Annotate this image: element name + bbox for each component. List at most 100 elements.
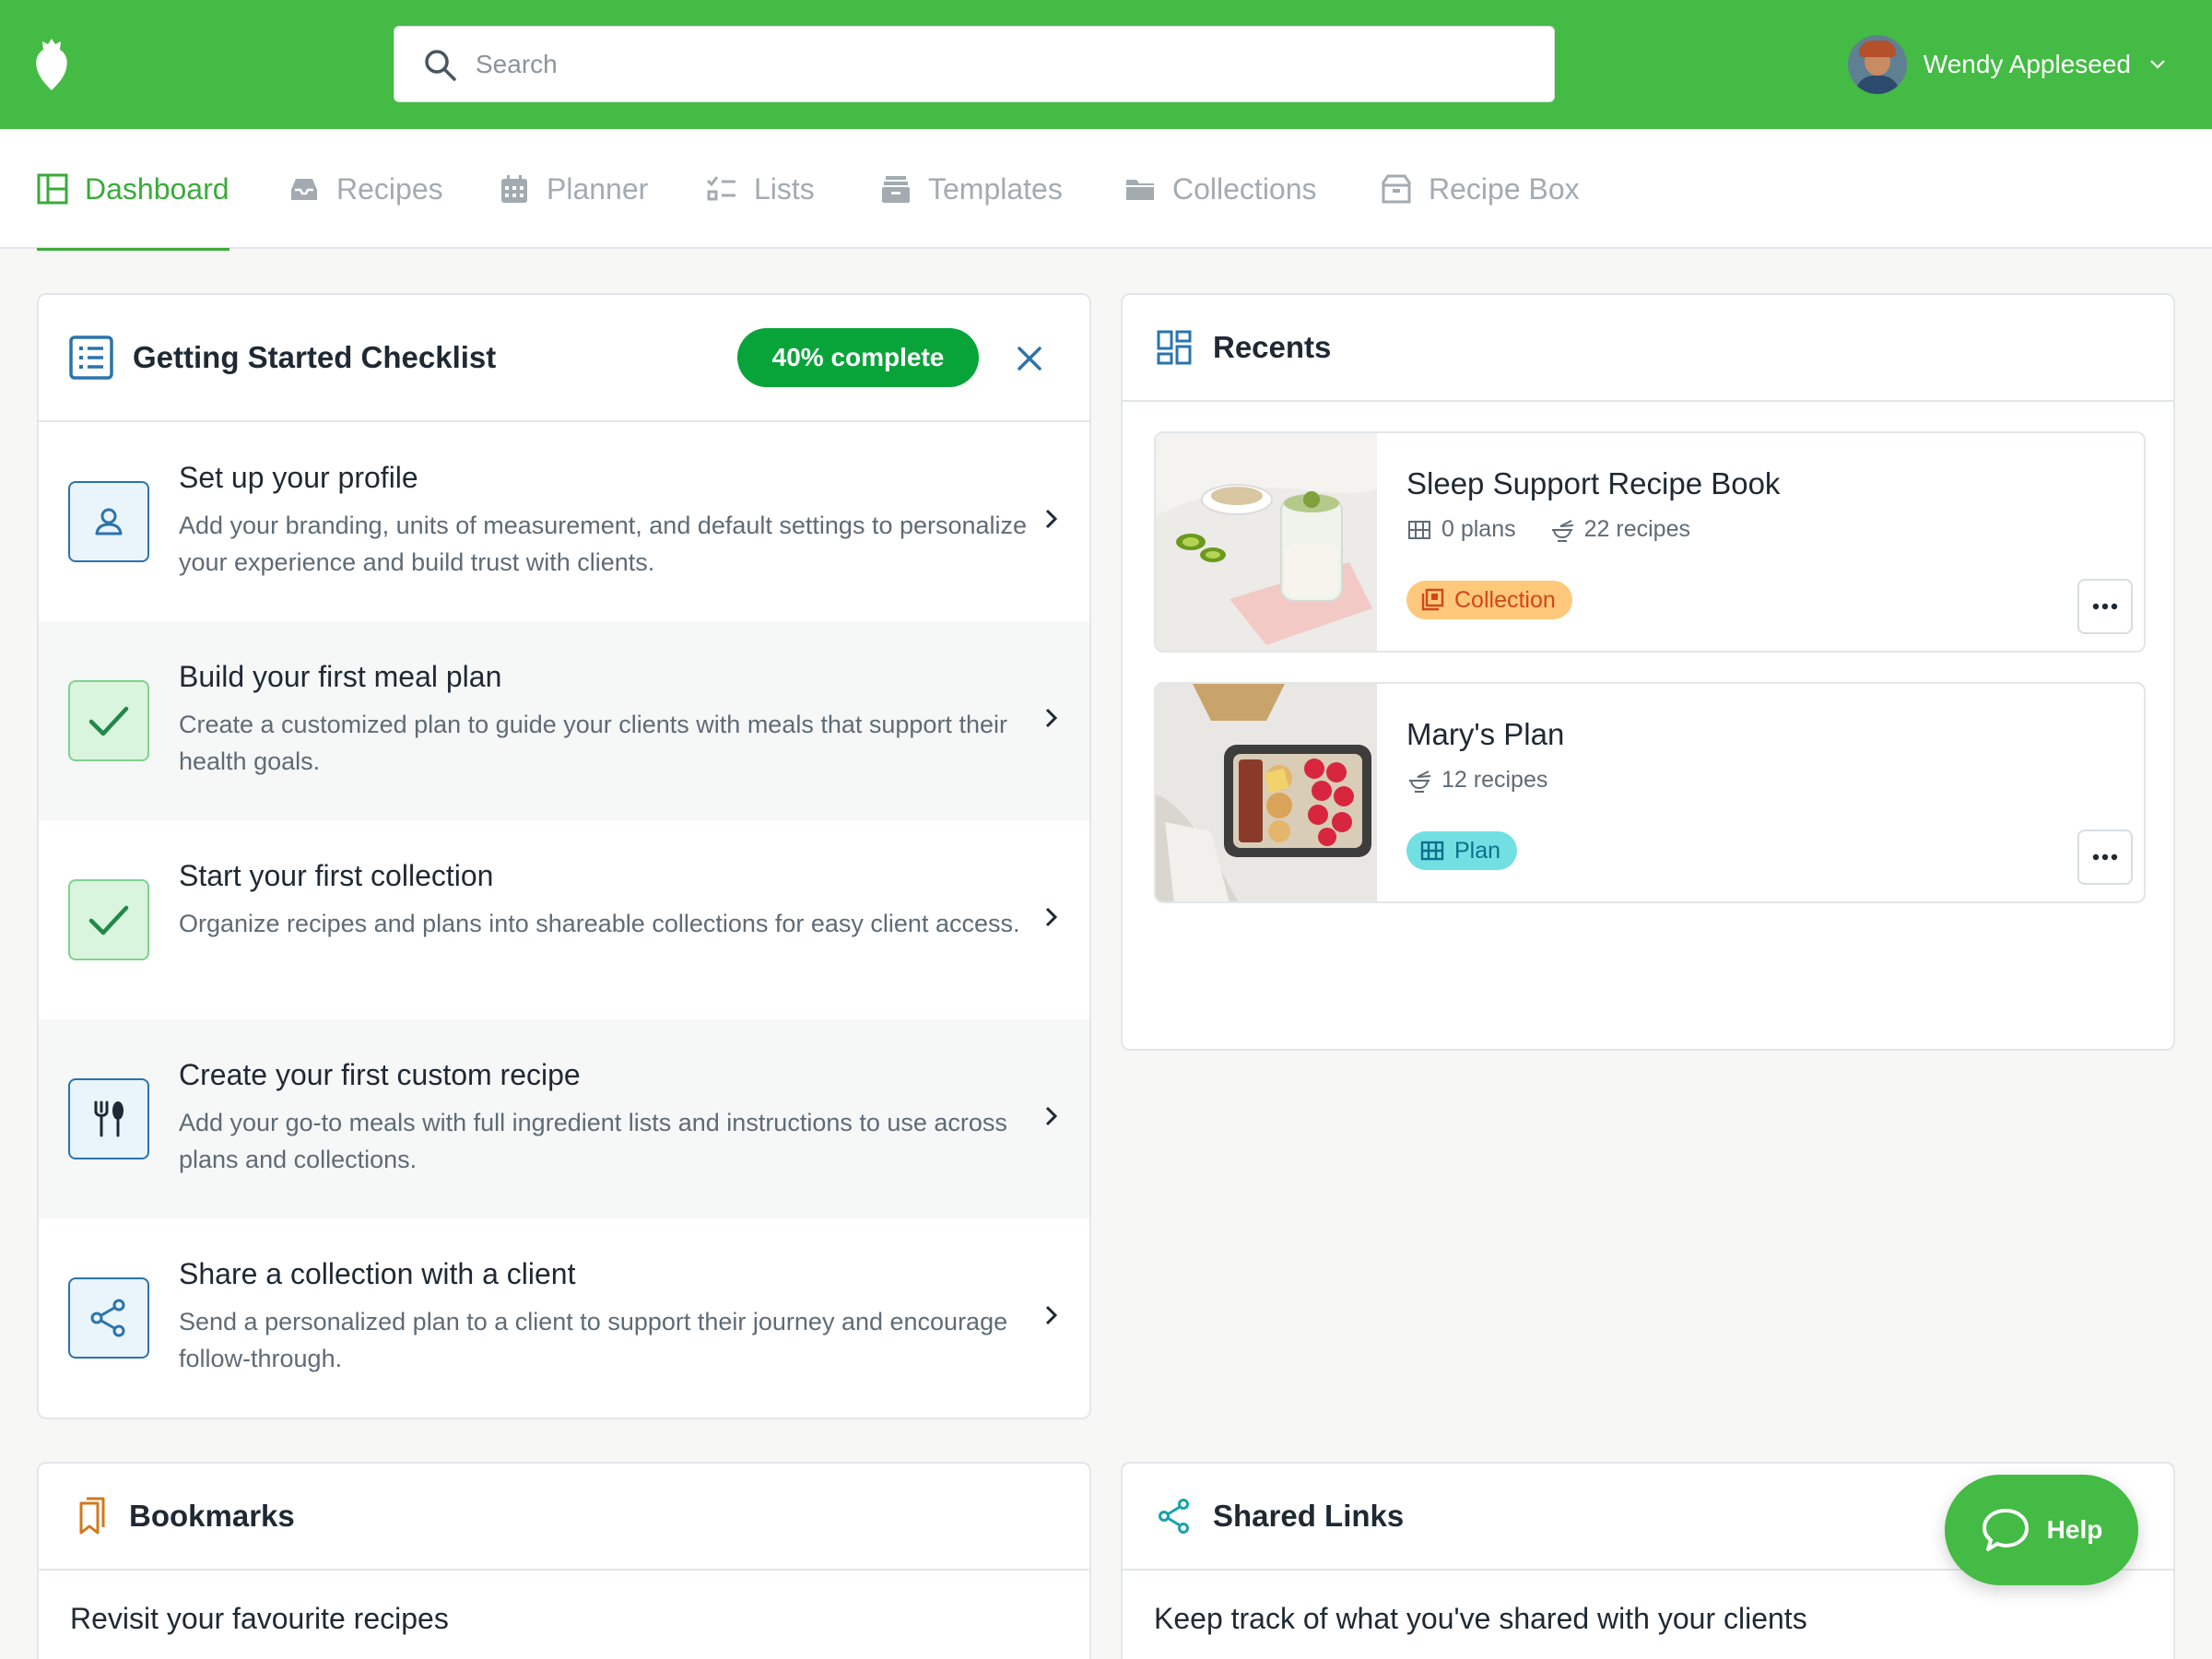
item-description: Create a customized plan to guide your c… (179, 711, 1007, 775)
tab-lists[interactable]: Lists (706, 129, 815, 249)
recipe-thumbnail (1156, 433, 1377, 651)
tab-label: Collections (1172, 171, 1317, 206)
checklist-item-meal-plan[interactable]: Build your first meal plan Create a cust… (39, 621, 1089, 820)
tab-label: Templates (928, 171, 1063, 206)
recents-card: Recents Sleep Support Recipe Book 0 plan… (1121, 293, 2175, 1051)
item-description: Organize recipes and plans into shareabl… (179, 910, 1020, 937)
item-title: Build your first meal plan (179, 660, 502, 693)
bookmarks-title: Bookmarks (129, 1499, 295, 1533)
recipe-box-icon (1382, 174, 1411, 204)
recents-header: Recents (1123, 295, 2173, 402)
item-icon-box (68, 1078, 149, 1159)
inbox-icon (291, 179, 317, 200)
item-icon-box (68, 879, 149, 960)
avatar (1847, 35, 1907, 94)
plans-count: 0 plans (1441, 516, 1516, 542)
chevron-right-icon (1045, 1305, 1058, 1325)
more-icon (2092, 603, 2118, 610)
bookmarks-card: Bookmarks Revisit your favourite recipes (37, 1462, 1091, 1659)
check-icon (88, 706, 129, 736)
recent-meta: 0 plans 22 recipes (1406, 516, 1690, 543)
progress-badge: 40% complete (737, 328, 979, 387)
recipe-thumbnail (1156, 684, 1377, 901)
recent-item-sleep-support[interactable]: Sleep Support Recipe Book 0 plans 22 rec… (1154, 431, 2146, 653)
shared-links-title: Shared Links (1213, 1499, 1405, 1533)
search-bar[interactable] (394, 26, 1555, 102)
logo-icon[interactable] (33, 35, 70, 92)
folder-icon (1126, 180, 1154, 200)
tab-collections[interactable]: Collections (1124, 129, 1317, 249)
tab-recipe-box[interactable]: Recipe Box (1381, 129, 1580, 249)
recipes-count: 12 recipes (1441, 767, 1548, 793)
item-description: Add your branding, units of measurement,… (179, 512, 1028, 576)
bookmarks-subtitle: Revisit your favourite recipes (70, 1602, 449, 1635)
plan-grid-icon (1420, 841, 1444, 861)
item-title: Start your first collection (179, 859, 494, 892)
recent-title: Mary's Plan (1406, 717, 1565, 751)
archive-icon (882, 176, 910, 203)
calendar-icon (501, 175, 527, 203)
help-button[interactable]: Help (1945, 1475, 2138, 1585)
tab-planner[interactable]: Planner (499, 129, 648, 249)
tab-label: Lists (754, 171, 815, 206)
tag-label: Plan (1454, 837, 1501, 864)
profile-icon (95, 508, 123, 535)
recent-title: Sleep Support Recipe Book (1406, 466, 1781, 500)
search-input[interactable] (476, 27, 1526, 101)
item-icon-box (68, 680, 149, 761)
bookmark-icon (79, 1497, 105, 1535)
check-icon (88, 905, 129, 935)
checklist-title: Getting Started Checklist (133, 340, 497, 374)
checklist-item-share[interactable]: Share a collection with a client Send a … (39, 1218, 1089, 1418)
checklist-item-custom-recipe[interactable]: Create your first custom recipe Add your… (39, 1019, 1089, 1218)
item-title: Share a collection with a client (179, 1257, 576, 1290)
dashboard-icon (37, 173, 68, 205)
utensils-icon (94, 1100, 124, 1137)
main-nav: Dashboard Recipes Planner Lists Template… (0, 129, 2212, 251)
tag-label: Collection (1454, 586, 1556, 613)
recent-meta: 12 recipes (1406, 767, 1547, 794)
close-checklist-button[interactable] (1006, 335, 1053, 382)
item-description: Send a personalized plan to a client to … (179, 1308, 1008, 1372)
collection-tag: Collection (1406, 581, 1572, 619)
recipe-dish-icon (1551, 519, 1573, 542)
tab-templates[interactable]: Templates (880, 129, 1063, 249)
item-icon-box (68, 481, 149, 562)
progress-label: 40% complete (771, 343, 945, 371)
item-description: Add your go-to meals with full ingredien… (179, 1109, 1007, 1173)
recent-item-marys-plan[interactable]: Mary's Plan 12 recipes Plan (1154, 682, 2146, 903)
bookmarks-header: Bookmarks (39, 1464, 1089, 1571)
tab-label: Recipe Box (1429, 171, 1580, 206)
item-title: Set up your profile (179, 461, 418, 494)
tab-label: Dashboard (85, 171, 229, 206)
tab-dashboard[interactable]: Dashboard (37, 129, 229, 251)
chevron-right-icon (1045, 509, 1058, 529)
user-menu[interactable]: Wendy Appleseed (1847, 35, 2168, 94)
more-icon (2092, 853, 2118, 861)
help-label: Help (2046, 1515, 2103, 1544)
share-icon (90, 1299, 125, 1337)
more-options-button[interactable] (2077, 579, 2133, 634)
checklist-doc-icon (69, 335, 113, 380)
collection-icon (1421, 588, 1444, 611)
chevron-down-icon (2150, 60, 2165, 69)
user-name: Wendy Appleseed (1923, 50, 2131, 78)
plan-tag: Plan (1406, 831, 1518, 870)
tab-label: Planner (547, 171, 649, 206)
close-icon (1018, 347, 1041, 371)
recipes-count: 22 recipes (1583, 516, 1690, 542)
checklist-item-collection[interactable]: Start your first collection Organize rec… (39, 820, 1089, 1019)
item-icon-box (68, 1277, 149, 1359)
recents-title: Recents (1213, 330, 1332, 364)
tab-recipes[interactable]: Recipes (288, 129, 443, 249)
recipe-dish-icon (1409, 770, 1431, 793)
getting-started-card: Getting Started Checklist 40% complete S… (37, 293, 1091, 1419)
shared-links-subtitle: Keep track of what you've shared with yo… (1154, 1602, 1807, 1635)
more-options-button[interactable] (2077, 830, 2133, 885)
item-title: Create your first custom recipe (179, 1058, 581, 1091)
checklist-icon (706, 176, 735, 201)
checklist-item-profile[interactable]: Set up your profile Add your branding, u… (39, 422, 1089, 621)
chevron-right-icon (1045, 708, 1058, 728)
dashboard-grid-icon (1157, 330, 1192, 365)
chat-bubble-icon (1982, 1509, 2029, 1551)
